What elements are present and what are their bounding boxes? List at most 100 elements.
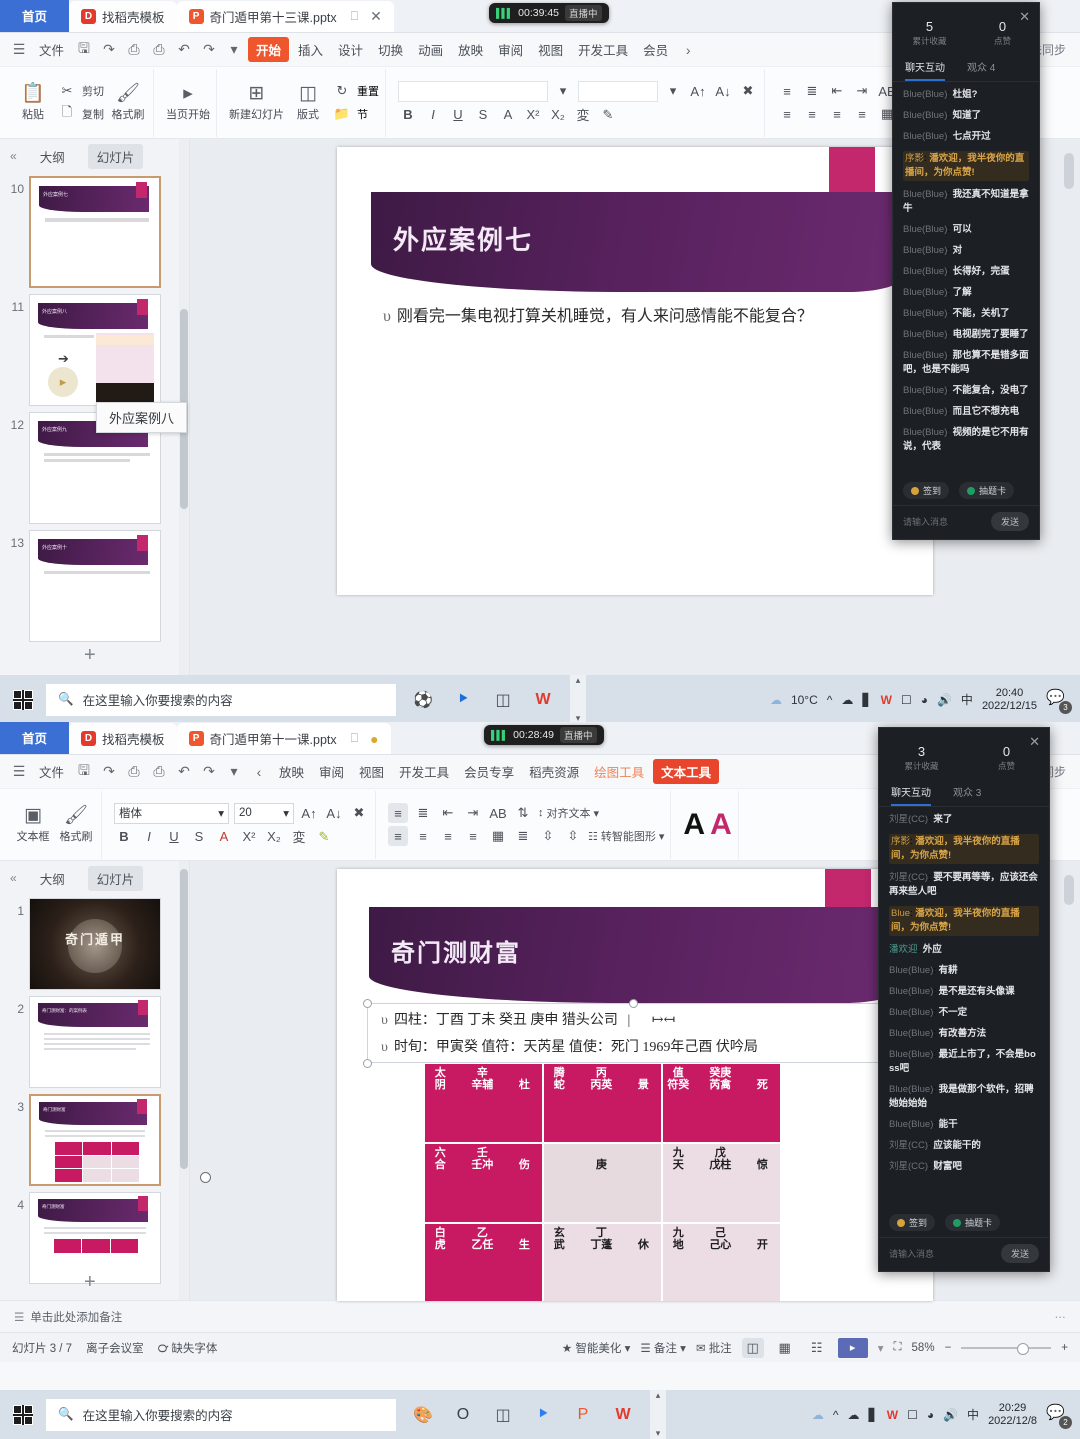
subscript-icon-bottom[interactable]: X₂ bbox=[264, 827, 284, 847]
comment-toggle-bottom[interactable]: ✉ 批注 bbox=[696, 1340, 732, 1356]
underline-icon-bottom[interactable]: U bbox=[164, 827, 184, 847]
strikethrough-icon-bottom[interactable]: S bbox=[189, 827, 209, 847]
print-icon-top[interactable]: ⎙ bbox=[123, 39, 145, 61]
menu-slideshow-top[interactable]: 放映 bbox=[452, 37, 489, 62]
layout-button-top[interactable]: ◫ 版式 bbox=[289, 83, 327, 122]
taskbar-app-blue-icon[interactable]: ⯈ bbox=[448, 685, 478, 715]
slideshow-dropdown-icon-bottom[interactable]: ▾ bbox=[878, 1341, 884, 1355]
clear-format-icon-bottom[interactable]: ✖ bbox=[349, 803, 369, 823]
tray-expand-icon-top[interactable]: ^ bbox=[827, 693, 833, 707]
qimen-cell-bm[interactable]: 玄丁 武丁蓬休 bbox=[544, 1224, 661, 1301]
menu-slideshow-bottom[interactable]: 放映 bbox=[273, 759, 310, 784]
notes-area-bottom[interactable]: ☰ 单击此处添加备注 ⋯ bbox=[0, 1300, 1080, 1332]
copy-button-top[interactable]: 🗋 复制 bbox=[57, 104, 104, 124]
live-chat-panel-bottom[interactable]: ✕ 3 累计收藏 0 点赞 聊天互动 观众 3 刘星(CC): 来了 序影: 潘… bbox=[878, 727, 1050, 1272]
slide-scrollbar-thumb-bottom[interactable] bbox=[1064, 875, 1074, 905]
chat-input-bottom[interactable]: 请输入消息 bbox=[889, 1247, 1001, 1260]
number-list-icon-bottom[interactable]: ≣ bbox=[413, 803, 433, 823]
qimen-cell-tr[interactable]: 值癸庚 符癸 芮禽死 bbox=[663, 1064, 780, 1142]
section-button-top[interactable]: 📁 节 bbox=[332, 104, 379, 124]
chat-send-button-top[interactable]: 发送 bbox=[990, 512, 1029, 531]
strikethrough-icon-top[interactable]: S bbox=[473, 105, 493, 125]
thumbnail-frame-1[interactable]: 奇门遁甲 bbox=[29, 898, 161, 990]
chat-tab-interaction-top[interactable]: 聊天互动 bbox=[905, 59, 945, 81]
chat-tab-audience-top[interactable]: 观众 4 bbox=[967, 59, 995, 81]
menu-review-top[interactable]: 审阅 bbox=[492, 37, 529, 62]
taskbar-clock-bottom[interactable]: 20:29 2022/12/8 bbox=[988, 1402, 1037, 1428]
slide-bullet-0-top[interactable]: υ 刚看完一集电视打算关机睡觉，有人来问感情能不能复合？ bbox=[383, 302, 813, 326]
tab-home-top[interactable]: 首页 bbox=[0, 0, 70, 32]
print-preview-icon-top[interactable]: ⎙ bbox=[148, 39, 170, 61]
bold-icon-top[interactable]: B bbox=[398, 105, 418, 125]
bold-icon-bottom[interactable]: B bbox=[114, 827, 134, 847]
clear-format-icon-top[interactable]: ✖ bbox=[738, 81, 758, 101]
redo-icon-top[interactable]: ↷ bbox=[198, 39, 220, 61]
menu-transition-top[interactable]: 切换 bbox=[372, 37, 409, 62]
line-spacing-icon-bottom[interactable]: ⇳ bbox=[563, 826, 583, 846]
thumbnail-item-11[interactable]: 11 外应案例八 ▸ ➔ bbox=[0, 291, 189, 409]
weather-temp-top[interactable]: 10°C bbox=[791, 693, 818, 707]
increase-indent-icon-bottom[interactable]: ⇥ bbox=[463, 803, 483, 823]
outline-tab-top[interactable]: 大纲 bbox=[31, 144, 74, 169]
chat-input-row-top[interactable]: 请输入消息 发送 bbox=[893, 505, 1039, 539]
weather-icon-bottom[interactable]: ☁ bbox=[812, 1408, 824, 1422]
tray-wifi-icon-bottom[interactable]: ◕ bbox=[927, 1408, 934, 1422]
tray-expand-icon-bottom[interactable]: ^ bbox=[833, 1408, 839, 1422]
grow-font-icon-bottom[interactable]: A↑ bbox=[299, 803, 319, 823]
start-from-current-button-top[interactable]: ▸ 当页开始 bbox=[166, 83, 210, 122]
taskbar-app-edge-icon[interactable]: ⯈ bbox=[528, 1400, 558, 1430]
menu-view-top[interactable]: 视图 bbox=[532, 37, 569, 62]
tray-ime-bottom[interactable]: 中 bbox=[967, 1406, 979, 1423]
tab-home-bottom[interactable]: 首页 bbox=[0, 722, 70, 754]
menu-member-top[interactable]: 会员 bbox=[637, 37, 674, 62]
slide-title-band-top[interactable]: 外应案例七 bbox=[371, 192, 901, 292]
slide-title-band-bottom[interactable]: 奇门测财富 bbox=[369, 907, 897, 1003]
notification-center-top[interactable]: 💬 3 bbox=[1046, 688, 1072, 714]
slide-bottom[interactable]: 奇门测财富 υ 四柱：丁酉 丁未 癸丑 庚申 猎头公司 | ↦↤ υ 时旬：甲寅… bbox=[337, 869, 933, 1301]
rotate-handle-bottom[interactable] bbox=[200, 1172, 211, 1183]
start-button-top[interactable] bbox=[0, 689, 46, 710]
qimen-cell-bl[interactable]: 白乙 虎乙任生 bbox=[425, 1224, 542, 1301]
customize-icon-bottom[interactable]: ▾ bbox=[223, 761, 245, 783]
slides-tab-bottom[interactable]: 幻灯片 bbox=[87, 865, 144, 891]
selection-handle-tl[interactable] bbox=[363, 999, 372, 1008]
taskbar-app-brush-icon[interactable]: 🎨 bbox=[408, 1400, 438, 1430]
cut-button-top[interactable]: ✂ 剪切 bbox=[57, 81, 104, 101]
align-text-button-bottom[interactable]: ↕ 对齐文本 ▾ bbox=[538, 803, 599, 823]
wordart-pink-icon[interactable]: A bbox=[710, 809, 732, 840]
taskbar-scroll-arrows-bottom[interactable]: ▴ ▾ bbox=[650, 1390, 666, 1439]
grow-font-icon-top[interactable]: A↑ bbox=[688, 81, 708, 101]
justify-icon-top[interactable]: ≡ bbox=[852, 104, 872, 124]
menu-text-tools-bottom[interactable]: 文本工具 bbox=[653, 759, 720, 784]
qimen-grid[interactable]: 太辛 阴辛辅杜 腾丙 蛇丙英景 值癸庚 符癸 芮禽死 六壬 合 壬冲 伤 庚 九… bbox=[425, 1064, 780, 1301]
taskbar-bottom[interactable]: 🔍 在这里输入你要搜索的内容 🎨 O ◫ ⯈ P W ▴ ▾ ☁ ^ ☁ ▋ W… bbox=[0, 1390, 1080, 1439]
view-normal-icon-bottom[interactable]: ◫ bbox=[741, 1337, 764, 1358]
thumbnail-item-2[interactable]: 2 奇门测财富：的案例表 bbox=[0, 993, 189, 1091]
tray-battery-icon-bottom[interactable]: ▋ bbox=[869, 1408, 878, 1422]
start-button-bottom[interactable] bbox=[0, 1404, 46, 1425]
add-slide-button-bottom[interactable]: + bbox=[84, 1271, 96, 1294]
weather-icon-top[interactable]: ☁ bbox=[770, 693, 782, 707]
taskbar-app-ball-icon[interactable]: ⚽ bbox=[408, 685, 438, 715]
chat-input-row-bottom[interactable]: 请输入消息 发送 bbox=[879, 1237, 1049, 1271]
taskbar-search-top[interactable]: 🔍 在这里输入你要搜索的内容 bbox=[46, 683, 396, 716]
thumbnail-panel-bottom[interactable]: « 大纲 幻灯片 1 奇门遁甲 2 奇门测财富：的案例表 3 奇门测财富 4 奇… bbox=[0, 861, 190, 1300]
underline-icon-top[interactable]: U bbox=[448, 105, 468, 125]
thumbnail-item-3[interactable]: 3 奇门测财富 bbox=[0, 1091, 189, 1189]
decrease-indent-icon-top[interactable]: ⇤ bbox=[827, 81, 847, 101]
qimen-cell-tm[interactable]: 腾丙 蛇丙英景 bbox=[544, 1064, 661, 1142]
align-left-icon-bottom[interactable]: ≡ bbox=[388, 826, 408, 846]
font-size-dropdown-icon-top[interactable]: ▾ bbox=[663, 81, 683, 101]
print-icon-bottom[interactable]: ⎙ bbox=[123, 761, 145, 783]
slide-bullet-0-bottom[interactable]: υ 四柱：丁酉 丁未 癸丑 庚申 猎头公司 | ↦↤ bbox=[381, 1009, 675, 1029]
tray-volume-icon-top[interactable]: 🔊 bbox=[937, 693, 952, 707]
font-color-icon-top[interactable]: A bbox=[498, 105, 518, 125]
superscript-icon-top[interactable]: X² bbox=[523, 105, 543, 125]
beautify-button-bottom[interactable]: ★ 智能美化 ▾ bbox=[562, 1340, 630, 1356]
taskbar-app-wps-icon[interactable]: W bbox=[528, 685, 558, 715]
tab-dock-templates-top[interactable]: D 找稻壳模板 bbox=[69, 1, 177, 32]
view-reading-icon-bottom[interactable]: ☷ bbox=[806, 1338, 828, 1358]
zoom-in-icon-bottom[interactable]: + bbox=[1061, 1342, 1068, 1354]
text-direction-icon-bottom[interactable]: AB bbox=[488, 803, 508, 823]
align-right-icon-top[interactable]: ≡ bbox=[827, 104, 847, 124]
